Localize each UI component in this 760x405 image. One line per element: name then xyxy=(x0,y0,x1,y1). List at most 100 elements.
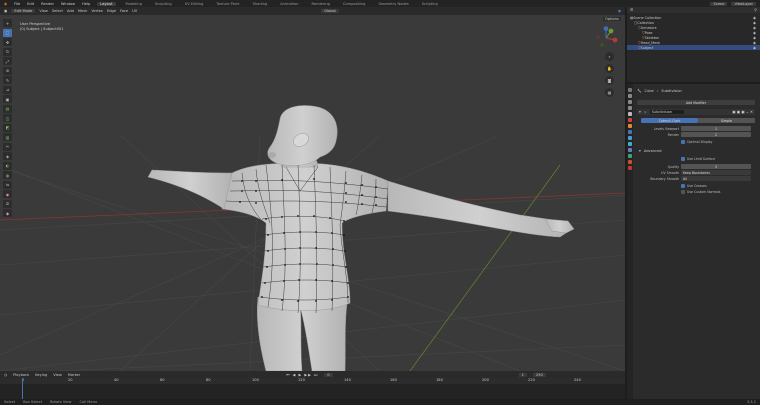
material-tab-icon[interactable] xyxy=(628,160,632,164)
camera-view-icon[interactable]: ◙ xyxy=(605,76,614,85)
move-tool-icon[interactable]: ✥ xyxy=(3,38,12,46)
transform-orientation[interactable]: Global xyxy=(321,9,339,13)
workspace-tab-compositing[interactable]: Compositing xyxy=(340,2,369,6)
workspace-tab-texture-paint[interactable]: Texture Paint xyxy=(213,2,242,6)
physics-tab-icon[interactable] xyxy=(628,142,632,146)
3d-viewport[interactable] xyxy=(0,15,625,371)
modifier-toggle-icons[interactable]: ▣ ▣ ▣ ⌄ ✕ xyxy=(732,110,753,114)
add-modifier-button[interactable]: Add Modifier xyxy=(637,100,755,105)
menu-keying[interactable]: Keying xyxy=(35,373,47,377)
rip-tool-icon[interactable]: ◆ xyxy=(3,209,12,217)
perspective-toggle-icon[interactable]: ▦ xyxy=(605,88,614,97)
constraints-tab-icon[interactable] xyxy=(628,148,632,152)
poly-build-tool-icon[interactable]: ◈ xyxy=(3,152,12,160)
shear-tool-icon[interactable]: ⧄ xyxy=(3,199,12,208)
modifier-name-field[interactable]: Subdivision xyxy=(649,110,685,114)
properties-editor[interactable]: 🔧 Cube › Subdivision Add Modifier ▾ ◈ Su… xyxy=(627,84,760,399)
workspace-tab-animation[interactable]: Animation xyxy=(277,2,301,6)
uv-smooth-dropdown[interactable]: Keep Boundaries xyxy=(681,170,751,175)
extrude-tool-icon[interactable]: ▤ xyxy=(3,104,12,113)
workspace-tab-rendering[interactable]: Rendering xyxy=(309,2,333,6)
blender-logo-icon[interactable]: ◉ xyxy=(4,2,7,6)
knife-tool-icon[interactable]: ✂ xyxy=(3,142,12,151)
outliner-editor-icon[interactable]: ☰ xyxy=(630,8,633,12)
select-box-tool-icon[interactable]: ⬚ xyxy=(3,28,12,37)
measure-tool-icon[interactable]: ⊿ xyxy=(3,85,12,94)
world-tab-icon[interactable] xyxy=(628,118,632,122)
particles-tab-icon[interactable] xyxy=(628,136,632,140)
pan-hand-icon[interactable]: ✋ xyxy=(605,64,614,73)
edge-slide-tool-icon[interactable]: ⇋ xyxy=(3,180,12,189)
menu-help[interactable]: Help xyxy=(82,2,90,6)
tab-simple[interactable]: Simple xyxy=(698,118,755,123)
collapse-chevron-icon[interactable]: ▾ xyxy=(639,110,641,114)
tool-tab-icon[interactable] xyxy=(628,88,632,92)
add-cube-tool-icon[interactable]: ▣ xyxy=(3,95,12,103)
modifier-tab-icon[interactable] xyxy=(628,130,632,134)
timeline-editor[interactable]: ◷ Playback Keying View Marker ⏮ ◀ ▶ ▶▶ ⏭… xyxy=(0,371,625,399)
menu-vertex[interactable]: Vertex xyxy=(91,9,103,13)
use-custom-normals-checkbox[interactable] xyxy=(681,190,685,194)
workspace-tab-layout[interactable]: Layout xyxy=(97,1,116,6)
workspace-tab-modeling[interactable]: Modeling xyxy=(123,2,145,6)
bevel-tool-icon[interactable]: ◩ xyxy=(3,123,12,132)
render-levels-field[interactable]: 2 xyxy=(681,132,751,137)
visibility-eye-icon[interactable]: ◉ xyxy=(753,41,756,45)
zoom-icon[interactable]: ⌕ xyxy=(605,52,614,61)
visibility-eye-icon[interactable]: ◉ xyxy=(753,46,756,50)
data-tab-icon[interactable] xyxy=(628,154,632,158)
menu-file[interactable]: File xyxy=(14,2,20,6)
optimal-display-checkbox[interactable] xyxy=(681,140,685,144)
navigation-gizmo[interactable] xyxy=(594,26,618,50)
menu-playback[interactable]: Playback xyxy=(13,373,29,377)
outliner-row[interactable]: ▽ Subject ◉ xyxy=(627,45,760,50)
visibility-eye-icon[interactable]: ◉ xyxy=(753,26,756,30)
output-tab-icon[interactable] xyxy=(628,100,632,104)
menu-render[interactable]: Render xyxy=(41,2,54,6)
render-tab-icon[interactable] xyxy=(628,94,632,98)
smooth-tool-icon[interactable]: ◍ xyxy=(3,171,12,179)
scene-tab-icon[interactable] xyxy=(628,112,632,116)
boundary-smooth-dropdown[interactable]: All xyxy=(681,176,751,181)
workspace-tab-uv-editing[interactable]: UV Editing xyxy=(182,2,207,6)
viewport-options-button[interactable]: Options xyxy=(603,17,621,21)
menu-window[interactable]: Window xyxy=(61,2,75,6)
spin-tool-icon[interactable]: ◐ xyxy=(3,161,12,170)
visibility-eye-icon[interactable]: ◉ xyxy=(753,21,756,25)
menu-select[interactable]: Select xyxy=(52,9,63,13)
outliner[interactable]: ☰ ⚲ ▤ Scene Collection ◉ ▢ Collection ◉ ▽ Ar… xyxy=(627,7,760,82)
transform-tool-icon[interactable]: ⊕ xyxy=(3,66,12,75)
menu-uv[interactable]: UV xyxy=(132,9,137,13)
playback-controls[interactable]: ⏮ ◀ ▶ ▶▶ ⏭ xyxy=(286,373,318,377)
scene-selector[interactable]: Scene xyxy=(710,1,728,6)
levels-viewport-field[interactable]: 1 xyxy=(681,126,751,131)
workspace-tab-sculpting[interactable]: Sculpting xyxy=(152,2,175,6)
menu-face[interactable]: Face xyxy=(120,9,128,13)
current-frame-field[interactable]: 0 xyxy=(324,372,333,377)
menu-mesh[interactable]: Mesh xyxy=(78,9,87,13)
view-layer-selector[interactable]: ViewLayer xyxy=(731,1,756,6)
editor-type-icon[interactable]: ▣ xyxy=(4,9,7,13)
tab-catmull-clark[interactable]: Catmull-Clark xyxy=(641,118,698,123)
annotate-tool-icon[interactable]: ✎ xyxy=(3,76,12,84)
cursor-tool-icon[interactable]: + xyxy=(3,19,12,27)
start-frame-field[interactable]: 1 xyxy=(518,372,527,377)
end-frame-field[interactable]: 250 xyxy=(532,372,546,377)
inset-tool-icon[interactable]: ◫ xyxy=(3,114,12,122)
menu-add[interactable]: Add xyxy=(67,9,74,13)
scale-tool-icon[interactable]: ⤢ xyxy=(3,57,12,65)
timeline-editor-icon[interactable]: ◷ xyxy=(4,373,7,377)
menu-view[interactable]: View xyxy=(39,9,48,13)
advanced-subpanel-header[interactable]: ▾ Advanced xyxy=(639,149,662,153)
menu-timeline-view[interactable]: View xyxy=(53,373,62,377)
visibility-eye-icon[interactable]: ◉ xyxy=(753,16,756,20)
workspace-tab-shading[interactable]: Shading xyxy=(250,2,271,6)
quality-field[interactable]: 3 xyxy=(681,164,751,169)
playhead[interactable] xyxy=(22,378,23,399)
object-tab-icon[interactable] xyxy=(628,124,632,128)
visibility-eye-icon[interactable]: ◉ xyxy=(753,36,756,40)
filter-icon[interactable]: ⚲ xyxy=(754,8,757,12)
menu-marker[interactable]: Marker xyxy=(68,373,80,377)
view-layer-tab-icon[interactable] xyxy=(628,106,632,110)
menu-edge[interactable]: Edge xyxy=(107,9,116,13)
